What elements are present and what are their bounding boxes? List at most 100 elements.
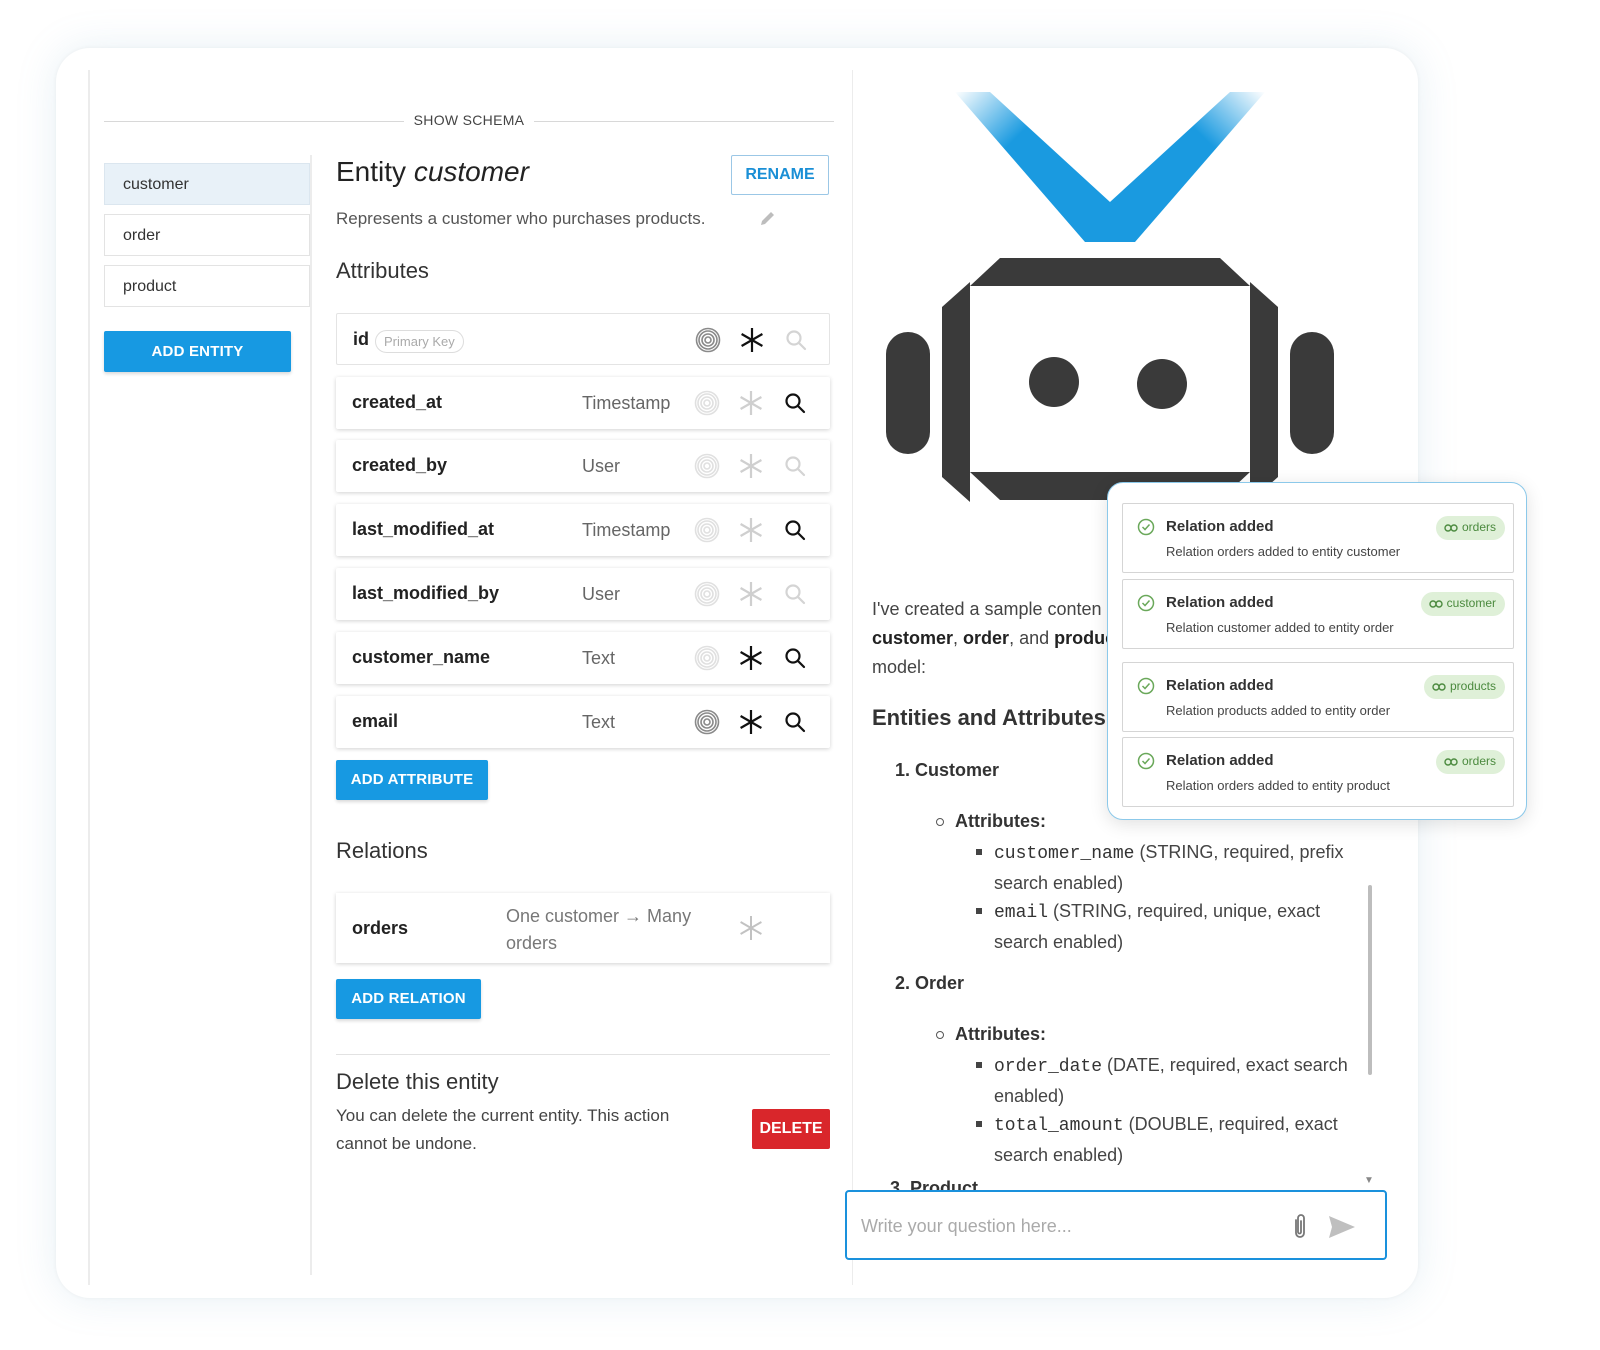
- attribute-name: email: [352, 711, 399, 731]
- entity-item-product[interactable]: product: [104, 265, 310, 307]
- attribute-name: last_modified_at: [352, 519, 495, 539]
- notification-title: Relation added: [1166, 594, 1274, 611]
- notification-message: Relation products added to entity order: [1166, 703, 1391, 718]
- send-icon[interactable]: [1327, 1214, 1357, 1240]
- link-icon: [1432, 683, 1446, 691]
- attribute-row[interactable]: created_by User: [336, 440, 830, 492]
- asterisk-icon[interactable]: [738, 517, 764, 543]
- notification-panel: Relation added Relation orders added to …: [1107, 482, 1527, 820]
- chat-bullet: total_amount (DOUBLE, required, exact se…: [976, 1110, 1354, 1170]
- fingerprint-icon[interactable]: [695, 327, 721, 353]
- fingerprint-icon[interactable]: [694, 709, 720, 735]
- fingerprint-icon[interactable]: [694, 581, 720, 607]
- search-icon[interactable]: [782, 517, 808, 543]
- relation-chip[interactable]: customer: [1420, 592, 1505, 616]
- divider: [852, 70, 853, 1285]
- link-icon: [1444, 524, 1458, 532]
- chat-input-box: [845, 1190, 1387, 1260]
- search-icon[interactable]: [782, 645, 808, 671]
- entity-title-name: customer: [413, 156, 529, 187]
- attribute-row[interactable]: created_at Timestamp: [336, 377, 830, 429]
- chat-list-item: 2. Order: [895, 973, 965, 993]
- search-icon[interactable]: [782, 581, 808, 607]
- chat-bullet: email (STRING, required, unique, exact s…: [976, 897, 1354, 957]
- relation-name: orders: [352, 918, 409, 938]
- divider: [88, 70, 90, 1285]
- add-entity-button[interactable]: ADD ENTITY: [104, 331, 291, 372]
- pencil-icon[interactable]: [758, 208, 778, 228]
- relation-row[interactable]: orders One customer → Many orders: [336, 893, 830, 963]
- rename-button[interactable]: RENAME: [731, 155, 829, 195]
- notification-message: Relation orders added to entity customer: [1166, 544, 1401, 559]
- search-icon[interactable]: [782, 390, 808, 416]
- asterisk-icon[interactable]: [738, 581, 764, 607]
- question-input[interactable]: [861, 1212, 1281, 1240]
- attribute-type: Text: [582, 712, 616, 732]
- check-circle-icon: [1137, 594, 1155, 612]
- asterisk-icon[interactable]: [738, 390, 764, 416]
- chat-text: ,: [953, 628, 964, 648]
- add-relation-button[interactable]: ADD RELATION: [336, 979, 481, 1019]
- relation-chip[interactable]: orders: [1435, 516, 1505, 540]
- attribute-name: id: [353, 329, 369, 349]
- attribute-row[interactable]: last_modified_at Timestamp: [336, 504, 830, 556]
- fingerprint-icon[interactable]: [694, 517, 720, 543]
- relation-chip-label: products: [1449, 679, 1496, 693]
- relation-chip[interactable]: products: [1423, 675, 1505, 699]
- check-circle-icon: [1137, 677, 1155, 695]
- chat-text: , and: [1009, 628, 1055, 648]
- entity-item-customer[interactable]: customer: [104, 163, 310, 205]
- link-icon: [1428, 600, 1443, 608]
- notification-item[interactable]: Relation added Relation customer added t…: [1122, 579, 1514, 649]
- asterisk-icon[interactable]: [739, 327, 765, 353]
- entity-title: Entity customer: [336, 156, 529, 188]
- entity-title-prefix: Entity: [336, 156, 407, 187]
- chat-text: model:: [872, 657, 927, 677]
- paperclip-icon[interactable]: [1289, 1213, 1311, 1241]
- attribute-row[interactable]: email Text: [336, 696, 830, 748]
- code-text: customer_name: [994, 844, 1135, 864]
- search-icon[interactable]: [782, 709, 808, 735]
- notification-item[interactable]: Relation added Relation orders added to …: [1122, 503, 1514, 573]
- asterisk-icon[interactable]: [738, 915, 764, 941]
- chat-heading: Entities and Attributes:: [872, 705, 1114, 730]
- relations-title: Relations: [336, 838, 428, 863]
- attribute-row[interactable]: id Primary Key: [336, 313, 830, 365]
- scrollbar[interactable]: [1368, 885, 1372, 1075]
- fingerprint-icon[interactable]: [694, 390, 720, 416]
- relation-chip[interactable]: orders: [1435, 750, 1505, 774]
- notification-item[interactable]: Relation added Relation orders added to …: [1122, 737, 1514, 807]
- check-circle-icon: [1137, 752, 1155, 770]
- fingerprint-icon[interactable]: [694, 645, 720, 671]
- search-icon[interactable]: [782, 453, 808, 479]
- attribute-name: customer_name: [352, 647, 491, 667]
- attribute-name: created_by: [352, 455, 448, 475]
- search-icon[interactable]: [783, 327, 809, 353]
- notification-message: Relation orders added to entity product: [1166, 778, 1391, 793]
- attribute-type: User: [582, 456, 621, 476]
- entity-item-order[interactable]: order: [104, 214, 310, 256]
- code-text: order_date: [994, 1057, 1103, 1077]
- relation-description: One customer → Many orders: [506, 906, 692, 953]
- entity-description: Represents a customer who purchases prod…: [336, 209, 706, 228]
- fingerprint-icon[interactable]: [694, 453, 720, 479]
- attribute-row[interactable]: last_modified_by User: [336, 568, 830, 620]
- chat-list-item: 1. Customer: [895, 760, 1000, 780]
- show-schema-toggle[interactable]: SHOW SCHEMA: [104, 108, 834, 132]
- primary-key-chip: Primary Key: [375, 330, 464, 353]
- delete-button[interactable]: DELETE: [752, 1109, 830, 1149]
- notification-item[interactable]: Relation added Relation products added t…: [1122, 662, 1514, 732]
- attribute-type: Text: [582, 648, 616, 668]
- scroll-down-icon[interactable]: ▼: [1364, 1175, 1374, 1186]
- chat-sublist-item: Attributes:: [936, 811, 1046, 831]
- chat-sublist-item: Attributes:: [936, 1024, 1046, 1044]
- add-attribute-button[interactable]: ADD ATTRIBUTE: [336, 760, 488, 800]
- notification-title: Relation added: [1166, 752, 1274, 769]
- delete-description: You can delete the current entity. This …: [336, 1106, 670, 1153]
- asterisk-icon[interactable]: [738, 709, 764, 735]
- asterisk-icon[interactable]: [738, 453, 764, 479]
- attribute-row[interactable]: customer_name Text: [336, 632, 830, 684]
- notification-title: Relation added: [1166, 677, 1274, 694]
- relation-chip-label: orders: [1461, 520, 1496, 534]
- asterisk-icon[interactable]: [738, 645, 764, 671]
